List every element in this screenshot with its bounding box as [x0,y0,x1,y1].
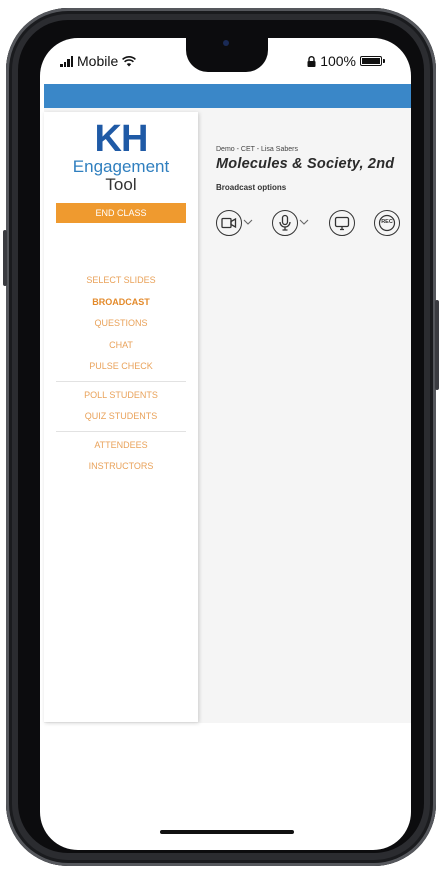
record-button[interactable]: REC [374,210,400,236]
kh-engagement-logo: KH Engagement Tool [44,120,198,194]
broadcast-controls: REC [216,210,416,240]
screen-share-icon [334,216,350,231]
microphone-button[interactable] [272,210,298,236]
end-class-button[interactable]: END CLASS [56,203,186,223]
sidebar-item-attendees[interactable]: ATTENDEES [44,435,198,457]
orientation-lock-icon [307,55,316,67]
main-panel: Demo - CET - Lisa Sabers Molecules & Soc… [216,146,400,236]
sidebar-item-broadcast[interactable]: BROADCAST [44,292,198,314]
wifi-icon [122,55,137,66]
sidebar-item-quiz-students[interactable]: QUIZ STUDENTS [44,406,198,428]
video-camera-icon [221,217,237,229]
chevron-down-icon[interactable] [243,218,253,226]
logo-kh: KH [94,118,149,160]
logo-engagement: Engagement [72,157,170,176]
phone-side-button [435,300,439,390]
sidebar-menu: SELECT SLIDES BROADCAST QUESTIONS CHAT P… [44,270,198,478]
broadcast-options-label: Broadcast options [216,183,287,192]
carrier-label: Mobile [77,53,119,69]
status-bar-right: 100% [307,52,385,70]
sidebar-item-poll-students[interactable]: POLL STUDENTS [44,385,198,407]
front-camera [223,40,229,46]
sidebar-item-chat[interactable]: CHAT [44,335,198,357]
sidebar-item-select-slides[interactable]: SELECT SLIDES [44,270,198,292]
microphone-icon [279,214,291,231]
logo-tool: Tool [105,175,137,194]
screen-share-button[interactable] [329,210,355,236]
video-button[interactable] [216,210,242,236]
status-bar-left: Mobile [60,52,137,70]
sidebar: KH Engagement Tool END CLASS SELECT SLID… [44,112,198,722]
sidebar-item-questions[interactable]: QUESTIONS [44,313,198,335]
chevron-down-icon[interactable] [299,218,309,226]
menu-divider [56,380,186,382]
home-indicator[interactable] [160,830,294,834]
menu-divider [56,430,186,432]
phone-side-button [3,230,7,286]
battery-percent: 100% [320,53,356,69]
page-title: Molecules & Society, 2nd [216,156,395,172]
battery-icon [360,56,385,66]
breadcrumb: Demo - CET - Lisa Sabers [216,146,298,153]
app-header-bar [44,84,411,108]
sidebar-item-instructors[interactable]: INSTRUCTORS [44,456,198,478]
record-label: REC [381,219,393,225]
signal-icon [60,55,73,67]
sidebar-item-pulse-check[interactable]: PULSE CHECK [44,356,198,378]
